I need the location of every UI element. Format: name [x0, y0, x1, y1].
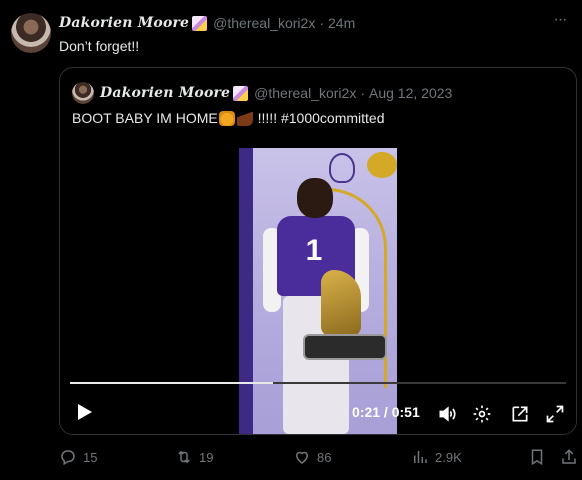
heart-icon	[295, 451, 309, 464]
video-progress-fill	[70, 382, 274, 384]
time-total: 0:51	[391, 404, 420, 420]
time-separator: /	[380, 404, 392, 420]
quote-text-end: !!!!! #1000committed	[253, 110, 385, 126]
trophy-base	[303, 334, 387, 360]
pop-out-icon[interactable]	[510, 404, 530, 424]
separator: ·	[319, 15, 324, 31]
quoted-tweet[interactable]: Dakorien Moore @thereal_kori2x · Aug 12,…	[59, 67, 577, 435]
quote-display-name: Dakorien Moore	[100, 85, 231, 101]
like-button[interactable]: 86	[293, 448, 331, 466]
video-progress-bar[interactable]	[70, 382, 566, 384]
share-icon	[562, 449, 576, 464]
quote-avatar	[72, 82, 94, 104]
volume-icon[interactable]	[437, 404, 457, 424]
video-time: 0:21 / 0:51	[352, 404, 420, 420]
repost-count: 19	[199, 449, 214, 465]
player-head	[297, 178, 333, 218]
reply-count: 15	[83, 449, 98, 465]
player-figure: 1	[259, 178, 387, 434]
more-options-icon[interactable]: ···	[550, 12, 570, 31]
play-icon[interactable]	[76, 404, 94, 422]
views-chart-icon	[414, 451, 427, 463]
action-bar: 15 19 86 2.9K	[59, 448, 578, 468]
repost-button[interactable]: 19	[175, 448, 213, 466]
handle[interactable]: @thereal_kori2x	[213, 15, 315, 31]
views-button[interactable]: 2.9K	[411, 448, 462, 466]
reply-button[interactable]: 15	[59, 448, 97, 466]
tweet-text: Don’t forget!!	[59, 38, 140, 54]
settings-gear-icon[interactable]	[472, 404, 492, 424]
fullscreen-icon[interactable]	[545, 404, 565, 424]
boot-emoji-icon	[236, 110, 253, 126]
repost-icon	[178, 450, 190, 464]
jersey-number: 1	[305, 234, 323, 267]
quote-badge-icon	[233, 85, 249, 101]
quote-text: BOOT BABY IM HOME !!!!! #1000committed	[72, 110, 384, 126]
reply-icon	[61, 450, 75, 466]
backdrop-stripe	[239, 148, 253, 434]
bookmark-icon	[531, 449, 543, 466]
quote-text-start: BOOT BABY IM HOME	[72, 110, 218, 126]
video-frame: 1	[239, 148, 397, 434]
timestamp[interactable]: 24m	[328, 15, 355, 31]
time-current: 0:21	[352, 404, 381, 420]
badge-icon	[192, 15, 208, 31]
quote-handle: @thereal_kori2x	[254, 85, 357, 101]
quote-header: Dakorien Moore @thereal_kori2x · Aug 12,…	[100, 84, 452, 102]
avatar[interactable]	[11, 13, 51, 53]
views-count: 2.9K	[435, 449, 462, 465]
display-name[interactable]: Dakorien Moore	[59, 15, 189, 31]
trophy-figure	[321, 270, 361, 336]
sec-logo-icon	[367, 152, 397, 178]
quote-date: Aug 12, 2023	[369, 85, 453, 101]
share-button[interactable]	[560, 448, 582, 466]
tweet-header: Dakorien Moore @thereal_kori2x · 24m	[59, 14, 355, 32]
bookmark-button[interactable]	[528, 448, 552, 466]
tiger-emoji-icon	[218, 110, 235, 126]
video-player[interactable]: 1 0:21 / 0:51	[60, 148, 576, 434]
like-count: 86	[317, 449, 332, 465]
quote-separator: ·	[360, 85, 365, 101]
